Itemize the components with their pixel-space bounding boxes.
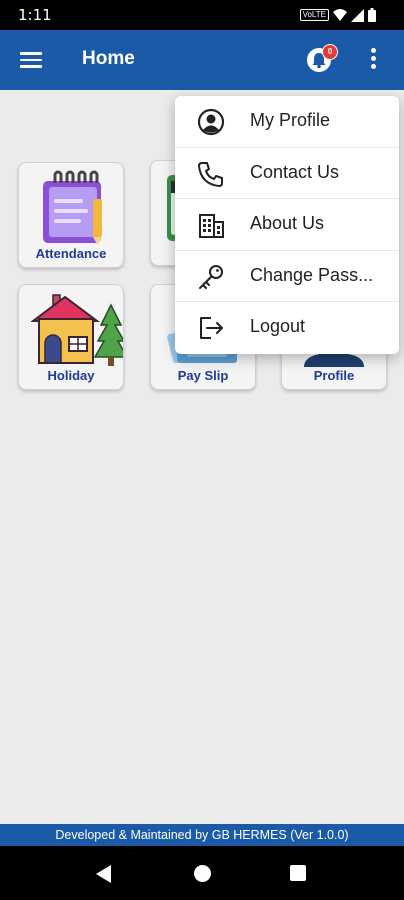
key-icon (199, 264, 223, 289)
back-icon[interactable] (96, 865, 111, 883)
volte-icon: VoLTE (299, 9, 329, 21)
house-icon (31, 294, 123, 366)
logout-icon (200, 317, 223, 340)
menu-item-label: Logout (250, 316, 306, 337)
battery-icon (368, 8, 376, 22)
tile-attendance[interactable]: Attendance (18, 162, 124, 268)
tile-holiday[interactable]: Holiday (18, 284, 124, 390)
menu-item-change-password[interactable]: Change Pass... (175, 251, 399, 303)
status-bar: 1:11 VoLTE (0, 0, 404, 30)
status-icons: VoLTE (299, 8, 376, 22)
footer-credit: Developed & Maintained by GB HERMES (Ver… (0, 824, 404, 846)
menu-item-label: Contact Us (250, 161, 340, 182)
notification-badge: 0 (322, 44, 338, 60)
recents-icon[interactable] (290, 865, 306, 881)
more-options-icon[interactable] (364, 46, 382, 74)
menu-item-label: Change Pass... (250, 264, 374, 285)
tile-label: Profile (313, 368, 355, 383)
tile-label: Attendance (35, 246, 107, 261)
system-nav-bar (0, 846, 404, 900)
notepad-icon (43, 170, 102, 245)
phone-icon (198, 161, 223, 187)
menu-item-label: About Us (250, 213, 325, 234)
menu-item-logout[interactable]: Logout (175, 302, 399, 354)
menu-item-contact-us[interactable]: Contact Us (175, 148, 399, 200)
overflow-menu: My Profile Contact Us About Us Change Pa… (175, 96, 399, 354)
menu-item-about-us[interactable]: About Us (175, 199, 399, 251)
hamburger-menu-icon[interactable] (20, 49, 44, 71)
status-time: 1:11 (18, 6, 52, 24)
signal-icon (351, 8, 364, 22)
page-title: Home (82, 48, 135, 69)
menu-item-my-profile[interactable]: My Profile (175, 96, 399, 148)
wifi-icon (333, 9, 347, 21)
app-bar: Home 0 (0, 30, 404, 90)
tile-label: Pay Slip (177, 368, 229, 383)
building-icon (199, 214, 224, 239)
menu-item-label: My Profile (250, 110, 331, 130)
person-circle-icon (197, 108, 225, 136)
tile-label: Holiday (47, 368, 95, 383)
home-icon[interactable] (194, 865, 211, 882)
